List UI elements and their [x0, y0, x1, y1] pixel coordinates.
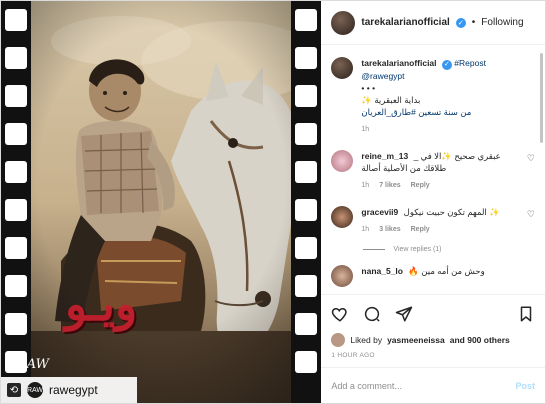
- commenter-avatar[interactable]: [331, 206, 354, 228]
- post-side-panel: tarekalarianofficial ✓ • Following tarek…: [321, 1, 545, 403]
- repost-username: rawegypt: [49, 383, 98, 397]
- liker-avatar[interactable]: [331, 333, 346, 347]
- hashtag-repost[interactable]: #Repost: [454, 58, 486, 68]
- mention-link[interactable]: @rawegypt: [361, 70, 535, 82]
- caption-line-2[interactable]: من سنة تسعين #طارق_العريان: [361, 106, 535, 118]
- reply-button[interactable]: Reply: [411, 224, 430, 236]
- comment-bubble-icon[interactable]: [363, 305, 381, 323]
- commenter-avatar[interactable]: [331, 150, 354, 172]
- action-bar: [321, 294, 545, 332]
- view-replies-label: View replies (1): [393, 246, 442, 253]
- caption-line-1: بداية العبقرية ✨: [361, 95, 421, 105]
- caption-username[interactable]: tarekalarianofficial: [361, 58, 436, 68]
- comment-username[interactable]: gracevii9: [361, 207, 398, 217]
- author-avatar[interactable]: [331, 57, 354, 79]
- bookmark-icon[interactable]: [517, 305, 535, 323]
- comment-text: وحش من أمه مين 🔥: [408, 266, 485, 276]
- repost-avatar: RAW: [27, 382, 43, 398]
- heart-outline-icon[interactable]: ♡: [527, 209, 535, 236]
- caption-time: 1h: [361, 126, 370, 133]
- caption-dots: • • •: [361, 83, 376, 93]
- instagram-post: ويـو RAW ⟲ RAW rawegypt tarekalarianoffi…: [0, 0, 546, 404]
- repost-icon: ⟲: [7, 383, 21, 397]
- commenter-avatar[interactable]: [331, 265, 354, 287]
- repost-attribution[interactable]: ⟲ RAW rawegypt: [1, 377, 137, 403]
- likes-summary: Liked by yasmeeneissa and 900 others: [321, 332, 545, 348]
- raw-logo: RAW: [17, 357, 50, 372]
- comment-item: nana_5_lo وحش من أمه مين 🔥: [331, 265, 535, 287]
- add-comment-bar: Post: [321, 367, 545, 403]
- following-button[interactable]: Following: [481, 17, 523, 28]
- author-avatar[interactable]: [331, 10, 356, 35]
- likes-others[interactable]: and 900 others: [450, 335, 510, 345]
- comments-scrollbar[interactable]: [540, 53, 543, 143]
- comment-username[interactable]: reine_m_13: [361, 151, 408, 161]
- post-timestamp: 1 HOUR AGO: [331, 352, 375, 359]
- comment-item: gracevii9 ✨ المهم تكون حبيت نيكول 1h 3 l…: [331, 206, 535, 236]
- comment-likes[interactable]: 7 likes: [379, 180, 400, 192]
- film-strip-right: [291, 1, 322, 403]
- watermark-logo: ويـو: [65, 277, 139, 331]
- comment-time: 1h: [361, 226, 370, 233]
- verified-badge-icon: ✓: [455, 17, 466, 28]
- post-button[interactable]: Post: [515, 381, 535, 391]
- post-photo[interactable]: ويـو RAW ⟲ RAW rawegypt: [1, 1, 322, 403]
- comments-list: tarekalarianofficial ✓ #Repost @rawegypt…: [321, 45, 545, 294]
- caption: tarekalarianofficial ✓ #Repost @rawegypt…: [331, 57, 535, 136]
- share-paper-plane-icon[interactable]: [395, 305, 413, 323]
- separator-dot: •: [471, 17, 476, 28]
- heart-outline-icon[interactable]: ♡: [527, 153, 535, 192]
- comment-likes[interactable]: 3 likes: [379, 224, 400, 236]
- author-username[interactable]: tarekalarianofficial: [361, 17, 449, 28]
- comment-input[interactable]: [331, 380, 516, 391]
- comment-time: 1h: [361, 182, 370, 189]
- comment-text: ✨ المهم تكون حبيت نيكول: [403, 207, 500, 217]
- view-replies-button[interactable]: View replies (1): [363, 246, 535, 253]
- post-header: tarekalarianofficial ✓ • Following: [321, 1, 545, 45]
- liker-username[interactable]: yasmeeneissa: [387, 335, 445, 345]
- vintage-photo-boy-on-horse: [1, 1, 322, 403]
- likes-prefix: Liked by: [350, 335, 383, 345]
- reply-button[interactable]: Reply: [411, 180, 430, 192]
- replies-divider-line: [363, 249, 386, 250]
- verified-badge-icon: ✓: [441, 60, 452, 70]
- film-strip-left: [1, 1, 31, 403]
- comment-username[interactable]: nana_5_lo: [361, 266, 403, 276]
- like-heart-icon[interactable]: [331, 305, 349, 323]
- comment-item: reine_m_13 عبقري صحيح ✨الا في _ طلاقك من…: [331, 150, 535, 192]
